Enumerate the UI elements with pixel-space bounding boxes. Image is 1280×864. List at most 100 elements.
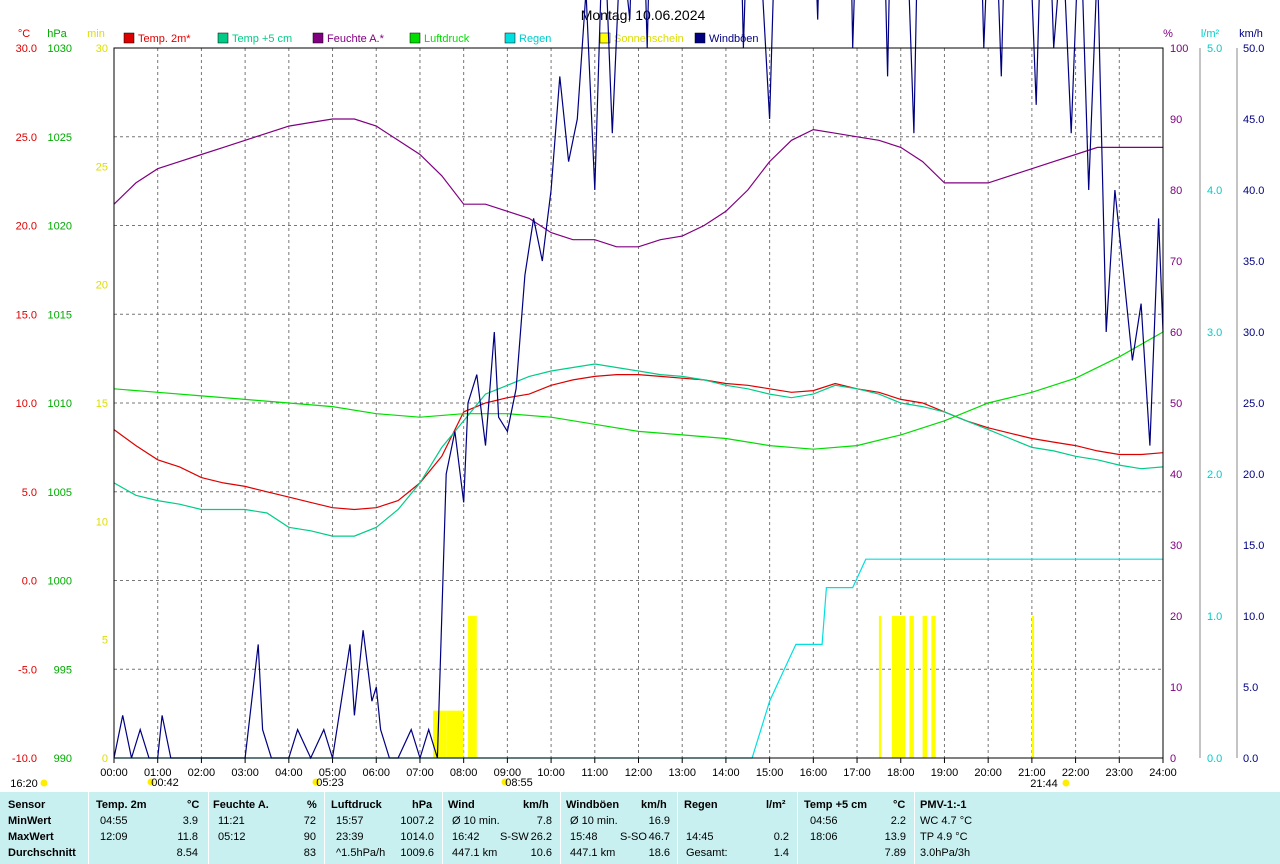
stats-wind-val: 26.2 xyxy=(530,831,552,843)
sunshine-bar xyxy=(468,616,477,758)
stats-label: Durchschnitt xyxy=(8,847,76,859)
legend-label: Windböen xyxy=(709,33,759,45)
sunshine-bar xyxy=(909,616,914,758)
x-tick-label: 15:00 xyxy=(756,767,784,779)
sunshine-bar xyxy=(878,616,882,758)
x-tick-label: 11:00 xyxy=(581,767,608,779)
sun-tick-label: 5 xyxy=(102,635,108,647)
x-tick-label: 12:00 xyxy=(625,767,653,779)
stats-boeen-val: 18.6 xyxy=(648,847,670,859)
stats-label: MinWert xyxy=(8,815,52,827)
stats-feuchte-val: 90 xyxy=(303,831,316,843)
x-tick-label: 04:00 xyxy=(275,767,303,779)
sun-tick-label: 30 xyxy=(96,43,108,55)
sun-marker-icon xyxy=(1062,779,1070,787)
humidity-tick-label: 60 xyxy=(1170,327,1182,339)
x-tick-label: 06:00 xyxy=(362,767,390,779)
humidity-tick-label: 10 xyxy=(1170,682,1182,694)
sunshine-bar xyxy=(922,616,927,758)
stats-t5-time: 04:56 xyxy=(810,815,838,827)
stats-boeen-val: 16.9 xyxy=(648,815,670,827)
stats-header-wind: Wind xyxy=(448,799,475,811)
x-tick-label: 02:00 xyxy=(188,767,216,779)
x-tick-label: 00:00 xyxy=(100,767,128,779)
wind-axis-unit: km/h xyxy=(1239,28,1263,40)
stats-temp-val: 3.9 xyxy=(182,815,198,827)
stats-wind-val: 7.8 xyxy=(536,815,552,827)
pressure-tick-label: 1010 xyxy=(48,398,72,410)
humidity-tick-label: 40 xyxy=(1170,469,1182,481)
left-axes: °C hPa min 30.0 25.0 20.0 15.0 10.0 5.0 0.0 -5.0 -1… xyxy=(12,28,108,765)
humidity-tick-label: 50 xyxy=(1170,398,1182,410)
sun-marker-icon xyxy=(40,779,48,787)
stats-druck-val: 1009.6 xyxy=(400,847,434,859)
temp-tick-label: 15.0 xyxy=(16,309,37,321)
rain-tick-label: 5.0 xyxy=(1207,43,1222,55)
stats-druck-time: 23:39 xyxy=(336,831,364,843)
stats-header-temp5: Temp +5 cm xyxy=(804,799,868,811)
sun-marker-label: 05:23 xyxy=(316,777,344,789)
x-tick-label: 24:00 xyxy=(1149,767,1177,779)
stats-header-luftdruck: Luftdruck xyxy=(331,799,382,811)
legend-swatch xyxy=(217,32,229,44)
wind-tick-label: 30.0 xyxy=(1243,327,1264,339)
rain-tick-label: 2.0 xyxy=(1207,469,1222,481)
x-tick-label: 20:00 xyxy=(974,767,1002,779)
stats-header-temp2m: Temp. 2m xyxy=(96,799,147,811)
x-tick-label: 14:00 xyxy=(712,767,740,779)
pressure-tick-label: 995 xyxy=(54,664,72,676)
weather-chart: Montag, 10.06.2024 Temp. 2m* Temp +5 cm Fe… xyxy=(10,0,1264,790)
sunshine-bar xyxy=(1031,616,1035,758)
x-axis: 00:00 01:00 02:00 03:00 04:00 05:00 06:00 07:00… xyxy=(10,758,1177,790)
stats-druck-time: ^1.5hPa/h xyxy=(336,847,386,859)
wind-tick-label: 25.0 xyxy=(1243,398,1264,410)
legend-label: Regen xyxy=(519,33,551,45)
stats-t5-val: 13.9 xyxy=(884,831,906,843)
legend-swatch xyxy=(694,32,706,44)
stats-t5-time: 18:06 xyxy=(810,831,838,843)
pressure-tick-label: 1020 xyxy=(48,221,72,233)
stats-regen-val: 0.2 xyxy=(773,831,789,843)
stats-label: MaxWert xyxy=(8,831,54,843)
x-tick-label: 08:00 xyxy=(450,767,478,779)
temp-tick-label: 5.0 xyxy=(22,487,37,499)
wind-tick-label: 0.0 xyxy=(1243,753,1258,765)
stats-t5-val: 2.2 xyxy=(890,815,906,827)
pressure-tick-label: 1015 xyxy=(48,309,72,321)
sun-axis-unit: min xyxy=(87,28,105,40)
x-tick-label: 07:00 xyxy=(406,767,434,779)
rain-tick-label: 0.0 xyxy=(1207,753,1222,765)
temp-tick-label: 10.0 xyxy=(16,398,37,410)
stats-t5-val: 7.89 xyxy=(884,847,906,859)
x-tick-label: 23:00 xyxy=(1106,767,1134,779)
stats-temp-time: 04:55 xyxy=(100,815,128,827)
statistics-panel: Sensor Temp. 2m °C Feuchte A. % Luftdruc… xyxy=(0,792,1280,864)
sunshine-bar xyxy=(931,616,936,758)
rain-tick-label: 4.0 xyxy=(1207,185,1222,197)
stats-wind-time: Ø 10 min. xyxy=(452,815,500,827)
stats-pmv: TP 4.9 °C xyxy=(920,831,968,843)
sun-tick-label: 20 xyxy=(96,280,108,292)
x-tick-label: 16:00 xyxy=(800,767,828,779)
sunshine-bar xyxy=(892,616,906,758)
x-tick-label: 10:00 xyxy=(537,767,565,779)
stats-header-feuchte-unit: % xyxy=(307,799,317,811)
stats-regen-time: Gesamt: xyxy=(686,847,728,859)
temp-tick-label: -5.0 xyxy=(18,664,37,676)
sun-marker-label: 00:42 xyxy=(151,777,179,789)
legend-label: Sonnenschein xyxy=(614,33,684,45)
x-tick-label: 19:00 xyxy=(931,767,959,779)
series-line-temp-2m- xyxy=(113,374,1164,511)
stats-header-sensor: Sensor xyxy=(8,799,46,811)
humidity-tick-label: 0 xyxy=(1170,753,1176,765)
wind-tick-label: 5.0 xyxy=(1243,682,1258,694)
x-tick-label: 22:00 xyxy=(1062,767,1090,779)
temp-tick-label: 20.0 xyxy=(16,221,37,233)
sunshine-bar xyxy=(446,710,464,758)
stats-boeen-dir: S-SO xyxy=(620,831,647,843)
stats-header-temp5-unit: °C xyxy=(893,799,906,811)
x-tick-label: 03:00 xyxy=(231,767,259,779)
wind-tick-label: 50.0 xyxy=(1243,43,1264,55)
stats-header-pmv: PMV-1:-1 xyxy=(920,799,967,811)
pressure-tick-label: 990 xyxy=(54,753,72,765)
